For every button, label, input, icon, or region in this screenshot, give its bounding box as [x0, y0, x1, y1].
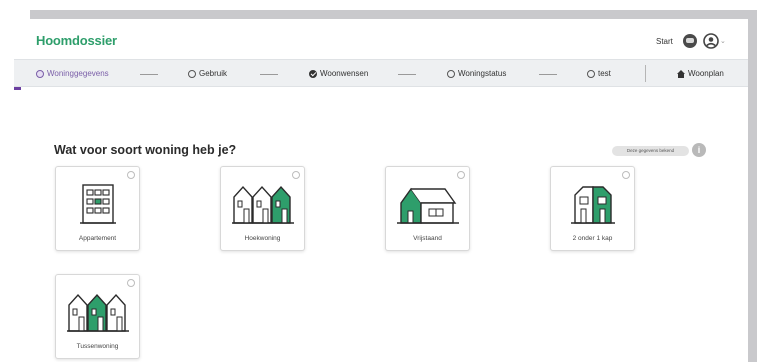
house-type-card-vrijstaand[interactable]: Vrijstaand	[385, 166, 470, 251]
step-divider	[539, 74, 557, 75]
step-divider	[260, 74, 278, 75]
step-woonwensen[interactable]: Woonwensen	[309, 69, 368, 78]
house-type-card-2-onder-1-kap[interactable]: 2 onder 1 kap	[550, 166, 635, 251]
radio-button[interactable]	[127, 171, 135, 179]
step-divider	[140, 74, 158, 75]
step-test[interactable]: test	[587, 69, 611, 78]
step-label: Woningstatus	[458, 69, 507, 78]
card-label: Appartement	[78, 235, 117, 242]
radio-button[interactable]	[622, 171, 630, 179]
radio-button[interactable]	[457, 171, 465, 179]
house-type-card-appartement[interactable]: Appartement	[55, 166, 140, 251]
window-frame-right	[748, 10, 757, 362]
terraced-house-icon	[66, 293, 129, 332]
step-open-icon	[447, 69, 455, 78]
app-window: Hoomdossier Start ⌄ Woninggegevens Gebru…	[14, 19, 748, 362]
card-label: 2 onder 1 kap	[572, 235, 613, 242]
chevron-down-icon[interactable]: ⌄	[720, 37, 726, 45]
step-label: Woonwensen	[320, 69, 369, 78]
house-icon	[677, 69, 685, 78]
radio-button[interactable]	[127, 279, 135, 287]
chat-icon[interactable]	[683, 34, 697, 48]
check-circle-icon	[309, 69, 317, 78]
window-frame-top	[30, 10, 752, 19]
step-woninggegevens[interactable]: Woninggegevens	[36, 69, 109, 78]
step-active-icon	[36, 69, 44, 78]
logo[interactable]: Hoomdossier	[36, 33, 117, 48]
card-label: Tussenwoning	[76, 343, 119, 350]
step-open-icon	[188, 69, 196, 78]
step-divider	[398, 74, 416, 75]
known-data-button[interactable]: Deze gegevens bekend	[612, 146, 689, 156]
start-link[interactable]: Start	[656, 37, 673, 46]
house-type-card-hoekwoning[interactable]: Hoekwoning	[220, 166, 305, 251]
house-type-card-tussenwoning[interactable]: Tussenwoning	[55, 274, 140, 359]
step-label: test	[598, 69, 611, 78]
user-icon[interactable]	[703, 33, 719, 49]
semi-detached-house-icon	[570, 186, 615, 224]
step-open-icon	[587, 69, 595, 78]
radio-button[interactable]	[292, 171, 300, 179]
step-woningstatus[interactable]: Woningstatus	[447, 69, 506, 78]
card-label: Hoekwoning	[244, 235, 281, 242]
info-icon[interactable]: i	[692, 143, 706, 157]
corner-house-icon	[231, 185, 294, 224]
woonplan-link[interactable]: Woonplan	[677, 69, 724, 78]
step-gebruik[interactable]: Gebruik	[188, 69, 227, 78]
detached-house-icon	[396, 187, 459, 224]
apartment-icon	[79, 184, 116, 224]
steps-bar: Woninggegevens Gebruik Woonwensen Woning…	[14, 59, 748, 87]
card-label: Vrijstaand	[413, 235, 442, 242]
page-title: Wat voor soort woning heb je?	[54, 143, 237, 157]
woonplan-label: Woonplan	[688, 69, 724, 78]
step-label: Gebruik	[199, 69, 228, 78]
steps-separator	[645, 65, 646, 82]
step-label: Woninggegevens	[47, 69, 109, 78]
progress-bar	[14, 87, 21, 90]
top-bar: Hoomdossier Start ⌄	[14, 19, 748, 59]
